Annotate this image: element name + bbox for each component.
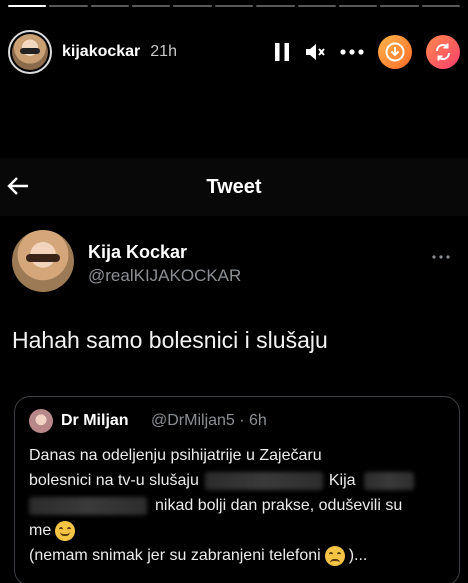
story-progress-bar — [8, 5, 460, 7]
quoted-line: Kija — [328, 472, 356, 489]
back-arrow-icon[interactable] — [6, 175, 30, 202]
more-options-icon[interactable] — [340, 49, 364, 55]
quoted-line: me — [29, 522, 52, 539]
pause-icon[interactable] — [274, 42, 290, 62]
tweet-more-icon[interactable] — [432, 246, 450, 264]
quoted-author-meta: @DrMiljan5 · 6h — [151, 412, 267, 429]
repost-icon[interactable] — [426, 35, 460, 69]
quoted-tweet[interactable]: Dr Miljan @DrMiljan5 · 6h Danas na odelj… — [14, 396, 460, 583]
progress-segment — [214, 5, 254, 7]
story-time: 21h — [150, 43, 177, 60]
download-icon[interactable] — [378, 35, 412, 69]
tweet-author-avatar[interactable] — [12, 230, 74, 292]
quoted-tweet-text: Danas na odeljenju psihijatrije u Zaječa… — [29, 443, 459, 568]
quoted-line: bolesnici na tv-u slušaju — [29, 472, 199, 489]
quoted-author-name: Dr Miljan — [61, 412, 129, 429]
tweet-header-title: Tweet — [206, 175, 262, 198]
story-username[interactable]: kijakockar — [62, 43, 140, 61]
progress-segment — [173, 5, 212, 7]
progress-segment — [8, 5, 47, 7]
progress-segment — [338, 5, 378, 7]
progress-segment — [256, 5, 295, 7]
redacted-text — [363, 471, 414, 490]
quoted-line: Danas na odeljenju psihijatrije u Zaječa… — [29, 447, 322, 464]
quoted-line: )... — [348, 547, 368, 564]
tweet-author-name[interactable]: Kija Kockar — [88, 242, 187, 263]
story-header: kijakockar 21h — [8, 28, 460, 76]
grinning-emoji-icon — [55, 520, 76, 541]
quoted-line: (nemam snimak jer su zabranjeni telefoni — [29, 547, 321, 564]
progress-segment — [421, 5, 460, 7]
redacted-text — [204, 471, 323, 490]
progress-segment — [297, 5, 336, 7]
quoted-line: nikad bolji dan prakse, oduševili su — [155, 497, 403, 514]
tweet-card: Kija Kockar @realKIJAKOCKAR Hahah samo b… — [0, 216, 468, 583]
progress-segment — [380, 5, 419, 7]
mute-icon[interactable] — [304, 42, 326, 62]
progress-segment — [132, 5, 171, 7]
story-controls — [274, 35, 460, 69]
tweet-author-handle[interactable]: @realKIJAKOCKAR — [88, 266, 241, 286]
quoted-author-avatar — [29, 409, 53, 433]
tweet-text: Hahah samo bolesnici i slušaju — [12, 327, 328, 353]
story-avatar[interactable] — [8, 30, 52, 74]
progress-segment — [90, 5, 130, 7]
tweet-header-bar: Tweet — [0, 158, 468, 216]
progress-segment — [49, 5, 88, 7]
pensive-emoji-icon — [324, 545, 345, 566]
redacted-text — [29, 496, 147, 515]
